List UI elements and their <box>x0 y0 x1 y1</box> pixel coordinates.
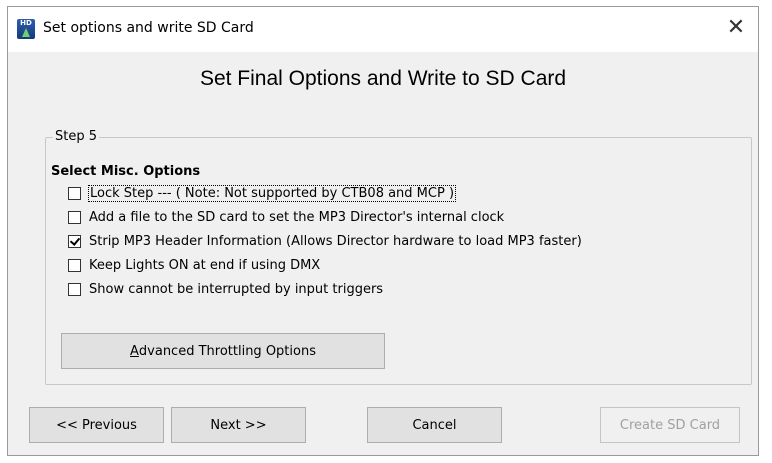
group-legend: Step 5 <box>53 129 100 144</box>
app-icon-text: HD <box>20 19 32 27</box>
previous-button[interactable]: << Previous <box>29 407 164 443</box>
hd-app-icon: HD <box>17 19 35 39</box>
advanced-throttling-button[interactable]: Advanced Throttling Options <box>61 333 385 369</box>
next-button[interactable]: Next >> <box>171 407 306 443</box>
option-strip-mp3-header[interactable]: Strip MP3 Header Information (Allows Dir… <box>68 232 582 250</box>
checkbox-internal-clock[interactable] <box>68 210 81 224</box>
page-heading: Set Final Options and Write to SD Card <box>199 67 567 90</box>
option-label: Lock Step --- ( Note: Not supported by C… <box>87 184 457 202</box>
option-lock-step[interactable]: Lock Step --- ( Note: Not supported by C… <box>68 184 457 202</box>
option-keep-lights-on[interactable]: Keep Lights ON at end if using DMX <box>68 256 320 274</box>
checkbox-keep-lights-on[interactable] <box>68 258 81 272</box>
button-label: dvanced Throttling Options <box>138 343 316 359</box>
option-label: Show cannot be interrupted by input trig… <box>89 281 384 297</box>
checkbox-no-interrupt[interactable] <box>68 282 81 296</box>
close-icon[interactable]: ✕ <box>716 11 756 45</box>
tree-icon <box>22 28 30 37</box>
group-subtitle: Select Misc. Options <box>51 164 201 179</box>
cancel-button[interactable]: Cancel <box>367 407 502 443</box>
accelerator-key: A <box>130 343 139 359</box>
option-no-interrupt[interactable]: Show cannot be interrupted by input trig… <box>68 280 383 298</box>
title-bar: HD Set options and write SD Card ✕ <box>8 7 758 52</box>
checkbox-lock-step[interactable] <box>68 186 81 200</box>
dialog-window: HD Set options and write SD Card ✕ Set F… <box>7 6 759 456</box>
option-label: Add a file to the SD card to set the MP3… <box>89 209 505 225</box>
option-internal-clock[interactable]: Add a file to the SD card to set the MP3… <box>68 208 504 226</box>
step-5-group: Step 5 Select Misc. Options Lock Step --… <box>45 129 752 385</box>
create-sd-card-button[interactable]: Create SD Card <box>600 407 740 443</box>
window-title: Set options and write SD Card <box>43 20 254 36</box>
checkbox-strip-mp3-header[interactable] <box>68 234 81 248</box>
option-label: Keep Lights ON at end if using DMX <box>89 257 321 273</box>
option-label: Strip MP3 Header Information (Allows Dir… <box>89 233 582 249</box>
